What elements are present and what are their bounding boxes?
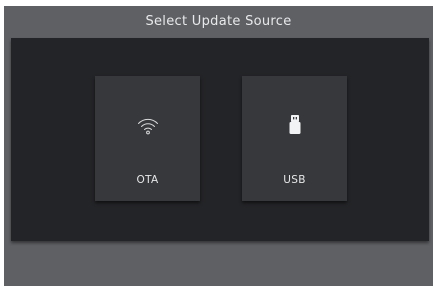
wifi-icon: [95, 112, 200, 138]
ota-source-button[interactable]: OTA: [95, 76, 200, 201]
ota-label: OTA: [136, 174, 159, 186]
screen-title: Select Update Source: [145, 14, 292, 29]
usb-source-button[interactable]: USB: [242, 76, 347, 201]
usb-label: USB: [283, 174, 306, 186]
usb-drive-icon: [242, 112, 347, 138]
update-source-screen: Select Update Source OTA USB: [4, 6, 433, 286]
source-panel: OTA USB: [11, 38, 429, 241]
